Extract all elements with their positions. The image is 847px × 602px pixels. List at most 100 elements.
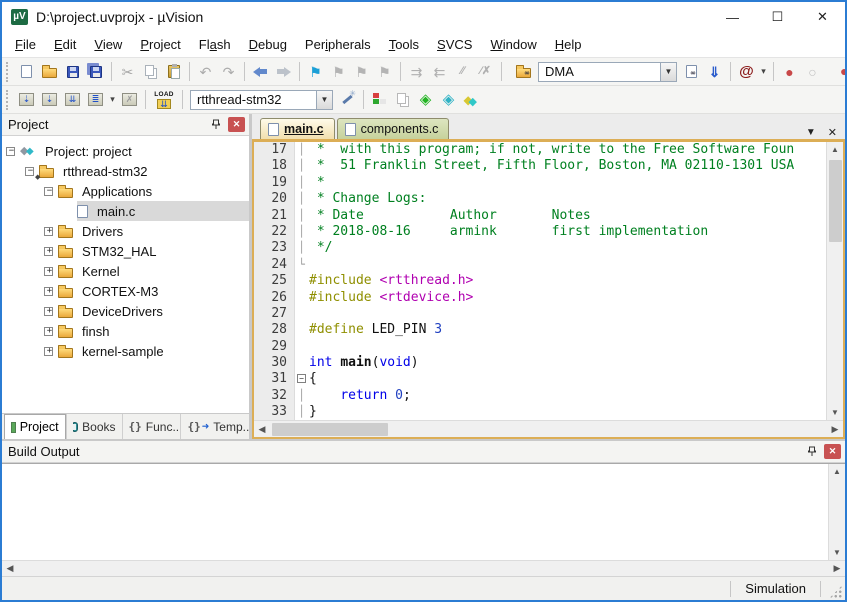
find-in-files-button[interactable]: ∞ [512, 60, 535, 83]
tab-list-dropdown[interactable]: ▼ [806, 127, 816, 138]
manage-project-items-button[interactable] [368, 88, 391, 111]
uncomment-button[interactable]: ∕✗ [474, 60, 497, 83]
incremental-find-button[interactable]: ⇓ [703, 60, 726, 83]
cut-button[interactable]: ✂ [116, 60, 139, 83]
copy-button[interactable] [139, 60, 162, 83]
open-file-button[interactable] [38, 60, 61, 83]
menu-item-view[interactable]: View [85, 34, 131, 55]
tree-item-project-project[interactable]: Project: project [2, 141, 249, 161]
scroll-left-arrow[interactable]: ◀ [2, 561, 18, 576]
toggle-bookmark-button[interactable]: ⚑ [304, 60, 327, 83]
navigate-back-button[interactable] [249, 60, 272, 83]
search-combobox[interactable]: DMA ▼ [538, 62, 677, 82]
search-dropdown-button[interactable]: ▼ [660, 62, 677, 82]
tree-item-main-c[interactable]: main.c [2, 201, 249, 221]
target-value[interactable]: rtthread-stm32 [190, 90, 316, 110]
menu-item-tools[interactable]: Tools [380, 34, 428, 55]
scroll-up-arrow[interactable]: ▲ [829, 464, 845, 479]
kill-breakpoints-button[interactable]: ● [840, 63, 845, 81]
tree-item-body[interactable]: STM32_HAL [58, 241, 249, 261]
batch-build-dropdown[interactable]: ▾ [107, 88, 118, 111]
scroll-up-arrow[interactable]: ▲ [827, 142, 843, 157]
tree-item-kernel-sample[interactable]: kernel-sample [2, 341, 249, 361]
expand-icon[interactable] [44, 247, 53, 256]
batch-build-button[interactable]: ≣ [84, 88, 107, 111]
save-all-button[interactable] [84, 60, 107, 83]
vertical-scroll-thumb[interactable] [829, 160, 842, 242]
stop-build-button[interactable]: ✗ [118, 88, 141, 111]
editor-horizontal-scrollbar[interactable]: ◀ ▶ [254, 420, 843, 437]
file-extensions-button[interactable] [391, 88, 414, 111]
close-button[interactable]: ✕ [800, 2, 845, 32]
tree-item-body[interactable]: Kernel [58, 261, 249, 281]
panel-tab-functions[interactable]: {} Func... [122, 414, 181, 439]
scroll-down-arrow[interactable]: ▼ [827, 405, 843, 420]
pack-installer-button[interactable] [460, 88, 483, 111]
menu-item-svcs[interactable]: SVCS [428, 34, 481, 55]
expand-icon[interactable] [44, 287, 53, 296]
expand-icon[interactable] [44, 327, 53, 336]
find-in-document-button[interactable]: ∞ [680, 60, 703, 83]
tree-item-finsh[interactable]: finsh [2, 321, 249, 341]
expand-icon[interactable] [44, 347, 53, 356]
panel-tab-project[interactable]: Project [4, 414, 66, 439]
expand-icon[interactable] [44, 267, 53, 276]
navigate-forward-button[interactable] [272, 60, 295, 83]
scroll-down-arrow[interactable]: ▼ [829, 545, 845, 560]
scroll-right-arrow[interactable]: ▶ [827, 421, 843, 437]
unindent-button[interactable]: ⇇ [428, 60, 451, 83]
panel-tab-templates[interactable]: {}➜ Temp... [180, 414, 249, 439]
download-button[interactable]: LOAD⇊ [150, 88, 178, 111]
editor-vertical-scrollbar[interactable]: ▲ ▼ [826, 142, 843, 420]
tree-item-devicedrivers[interactable]: DeviceDrivers [2, 301, 249, 321]
next-bookmark-button[interactable]: ⚑ [350, 60, 373, 83]
menu-item-file[interactable]: File [6, 34, 45, 55]
minimize-button[interactable]: — [710, 2, 755, 32]
target-combobox[interactable]: rtthread-stm32 ▼ [190, 90, 333, 110]
manage-rte-button[interactable]: ◈ [414, 88, 437, 111]
menu-item-window[interactable]: Window [481, 34, 545, 55]
tree-item-body[interactable]: Drivers [58, 221, 249, 241]
tree-item-body[interactable]: kernel-sample [58, 341, 249, 361]
collapse-icon[interactable] [6, 147, 15, 156]
translate-button[interactable]: ⇣ [15, 88, 38, 111]
menu-item-flash[interactable]: Flash [190, 34, 240, 55]
output-horizontal-scrollbar[interactable]: ◀ ▶ [2, 560, 845, 576]
select-software-packs-button[interactable]: ◈ [437, 88, 460, 111]
menu-item-peripherals[interactable]: Peripherals [296, 34, 380, 55]
tree-item-cortex-m3[interactable]: CORTEX-M3 [2, 281, 249, 301]
tree-item-stm32-hal[interactable]: STM32_HAL [2, 241, 249, 261]
tree-item-body[interactable]: Project: project [20, 141, 249, 161]
menu-item-help[interactable]: Help [546, 34, 591, 55]
code-editor[interactable]: 17│ * with this program; if not, write t… [254, 142, 826, 420]
output-vertical-scrollbar[interactable]: ▲ ▼ [828, 464, 845, 560]
tree-item-drivers[interactable]: Drivers [2, 221, 249, 241]
build-button[interactable]: ⇣ [38, 88, 61, 111]
scroll-right-arrow[interactable]: ▶ [829, 561, 845, 576]
scroll-left-arrow[interactable]: ◀ [254, 421, 270, 437]
menu-item-project[interactable]: Project [131, 34, 189, 55]
tree-item-body[interactable]: ◆rtthread-stm32 [39, 161, 249, 181]
build-output-content[interactable]: ▲ ▼ [2, 463, 845, 560]
search-value[interactable]: DMA [538, 62, 660, 82]
target-dropdown-button[interactable]: ▼ [316, 90, 333, 110]
prev-bookmark-button[interactable]: ⚑ [327, 60, 350, 83]
pin-panel-button[interactable] [804, 444, 820, 459]
save-button[interactable] [61, 60, 84, 83]
tree-item-body[interactable]: main.c [77, 201, 249, 221]
comment-button[interactable]: ∕∕ [451, 60, 474, 83]
toolbar-grip[interactable] [6, 90, 11, 110]
tree-item-body[interactable]: Applications [58, 181, 249, 201]
close-panel-button[interactable]: ✕ [228, 117, 245, 132]
clear-bookmarks-button[interactable]: ⚑ [373, 60, 396, 83]
fold-collapse-icon[interactable]: − [294, 371, 309, 387]
toolbar-grip[interactable] [6, 62, 11, 82]
horizontal-scroll-thumb[interactable] [272, 423, 388, 436]
redo-button[interactable]: ↷ [217, 60, 240, 83]
disable-breakpoint-button[interactable]: ○ [801, 60, 824, 83]
insert-breakpoint-button[interactable]: ● [778, 60, 801, 83]
tree-item-kernel[interactable]: Kernel [2, 261, 249, 281]
resize-grip[interactable] [829, 585, 843, 599]
tab-components-c[interactable]: components.c [337, 118, 450, 139]
expand-icon[interactable] [44, 307, 53, 316]
